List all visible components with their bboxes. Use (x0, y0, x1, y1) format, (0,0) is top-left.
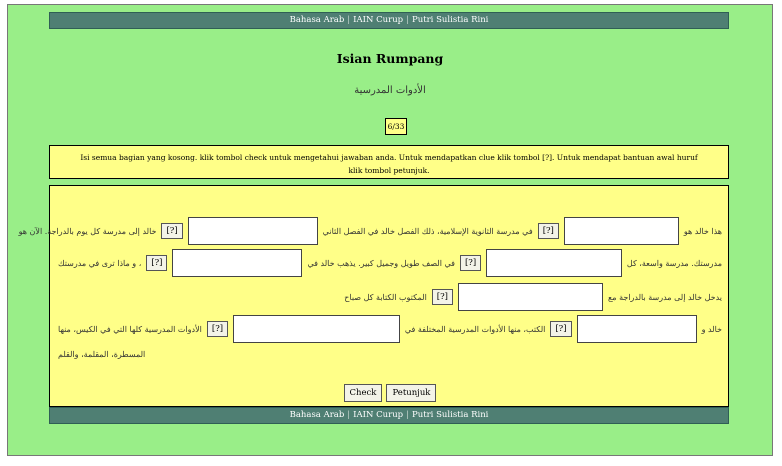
page-title: Isian Rumpang (336, 51, 444, 66)
exercise-row: خالد و [?] الكتب، منها الأدوات المدرسية … (50, 314, 730, 344)
gap-input-6[interactable] (576, 315, 697, 343)
hint-button-7[interactable]: [?] (206, 321, 229, 337)
check-button[interactable]: Check (343, 384, 383, 402)
hint-button-3[interactable]: [?] (459, 255, 482, 271)
text-segment: في الصف طويل وجميل كبير. يذهب خالد في (307, 258, 455, 268)
exercise-row: هذا خالد هو [?] في مدرسة الثانوية الإسلا… (19, 216, 730, 246)
text-segment: مدرستك. مدرسة واسعة، كل (626, 258, 722, 268)
text-segment: خالد إلى مدرسة كل يوم بالدراجة. الآن هو (18, 226, 157, 236)
exercise-row: المسطرة، المقلمة، والقلم (50, 346, 730, 362)
gap-input-7[interactable] (233, 315, 400, 343)
instructions-text: Isi semua bagian yang kosong. klik tombo… (80, 153, 698, 175)
gap-fill-panel: هذا خالد هو [?] في مدرسة الثانوية الإسلا… (19, 185, 730, 407)
hint-button-4[interactable]: [?] (146, 255, 168, 271)
hint-button-5[interactable]: [?] (431, 289, 453, 305)
hint-button-6[interactable]: [?] (550, 321, 572, 337)
nav-link-author[interactable]: Putri Sulistia Rini (409, 15, 491, 25)
text-segment: في مدرسة الثانوية الإسلامية، ذلك الفصل خ… (322, 226, 533, 236)
gap-input-2[interactable] (187, 217, 318, 245)
gap-input-1[interactable] (563, 217, 679, 245)
hint-button-1[interactable]: [?] (537, 223, 559, 239)
bottom-navbar: Bahasa Arab | IAIN Curup | Putri Sulistia Ri… (49, 407, 729, 424)
text-segment: المكتوب الكتابة كل صباح (344, 292, 427, 302)
exercise-row: مدرستك. مدرسة واسعة، كل [?] في الصف طويل… (50, 248, 730, 278)
nav-link-iain-curup[interactable]: IAIN Curup (350, 410, 406, 420)
text-segment: هذا خالد هو (683, 226, 722, 236)
text-segment: الكتب، منها الأدوات المدرسية المختلفة في (404, 324, 546, 334)
gap-input-5[interactable] (458, 283, 603, 311)
text-segment: ، و ماذا ترى في مدرستك (58, 258, 142, 268)
text-segment: المسطرة، المقلمة، والقلم (58, 349, 146, 359)
text-segment: الأدوات المدرسية كلها التي في الكيس، منه… (58, 324, 202, 334)
instructions-panel: Isi semua bagian yang kosong. klik tombo… (49, 145, 729, 179)
text-segment: يدخل خالد إلى مدرسة بالدراجة مع (608, 292, 722, 302)
exercise-subtitle: الأدوات المدرسية (354, 85, 426, 96)
exercise-counter: 6/33 (385, 118, 407, 135)
hint-button-2[interactable]: [?] (161, 223, 183, 239)
petunjuk-button[interactable]: Petunjuk (386, 384, 437, 402)
top-navbar: Bahasa Arab | IAIN Curup | Putri Sulistia Ri… (49, 12, 729, 29)
nav-link-bahasa-arab[interactable]: Bahasa Arab (287, 410, 348, 420)
nav-link-iain-curup[interactable]: IAIN Curup (350, 15, 406, 25)
gap-input-3[interactable] (486, 249, 622, 277)
nav-link-author[interactable]: Putri Sulistia Rini (409, 410, 491, 420)
exercise-row: يدخل خالد إلى مدرسة بالدراجة مع [?] المك… (50, 282, 730, 312)
exercise-page: Bahasa Arab | IAIN Curup | Putri Sulistia Ri… (7, 4, 773, 456)
nav-link-bahasa-arab[interactable]: Bahasa Arab (287, 15, 348, 25)
text-segment: خالد و (701, 324, 722, 334)
action-buttons: Check Petunjuk (50, 384, 730, 402)
gap-input-4[interactable] (172, 249, 303, 277)
